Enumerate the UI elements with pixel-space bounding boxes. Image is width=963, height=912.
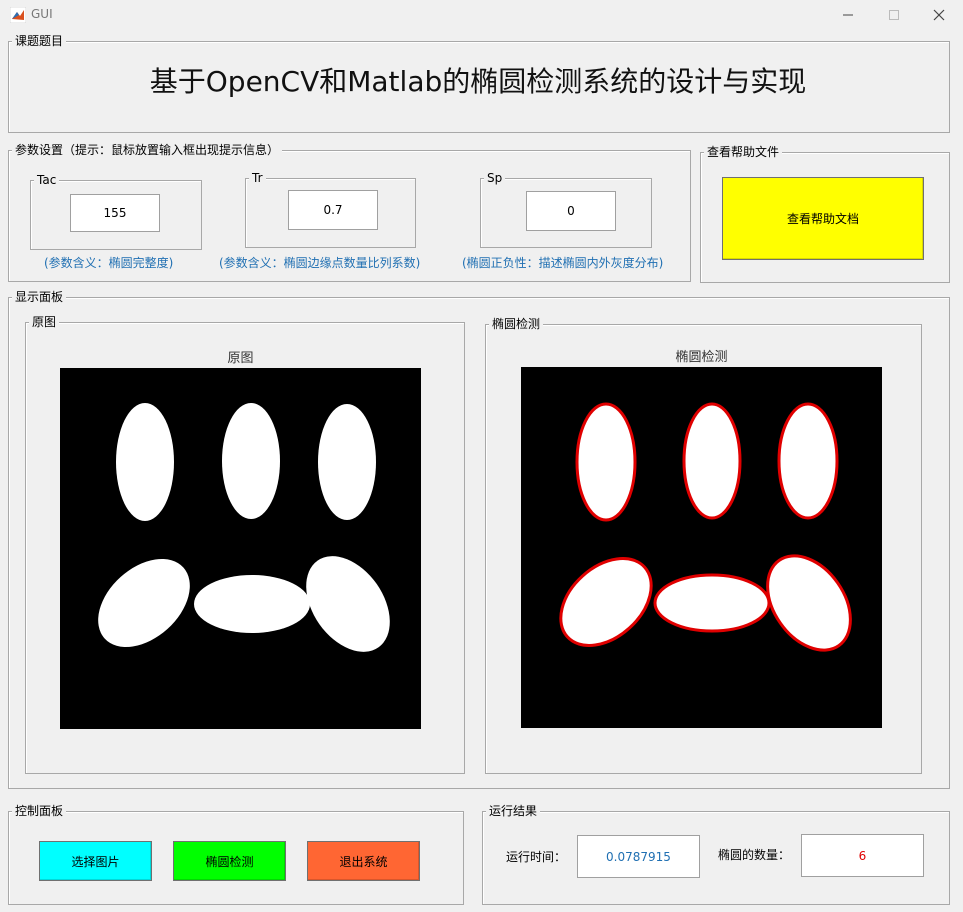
tac-hint: (参数含义：椭圆完整度) xyxy=(44,256,174,270)
sp-input[interactable]: 0 xyxy=(526,191,616,231)
params-panel-legend: 参数设置（提示：鼠标放置输入框出现提示信息） xyxy=(12,143,283,157)
control-panel-legend: 控制面板 xyxy=(12,804,67,818)
tr-input[interactable]: 0.7 xyxy=(288,190,378,230)
tac-input[interactable]: 155 xyxy=(70,194,160,232)
detected-ellipse-3 xyxy=(777,402,839,520)
view-help-button[interactable]: 查看帮助文档 xyxy=(722,177,924,260)
detected-ellipse-5 xyxy=(653,573,771,633)
select-image-button[interactable]: 选择图片 xyxy=(39,841,152,881)
tr-label: Tr xyxy=(249,171,266,185)
sp-hint: (椭圆正负性：描述椭圆内外灰度分布) xyxy=(462,256,664,270)
close-icon xyxy=(933,9,945,21)
maximize-button[interactable] xyxy=(871,0,917,30)
exit-system-button[interactable]: 退出系统 xyxy=(307,841,420,881)
ellipse-detect-button[interactable]: 椭圆检测 xyxy=(173,841,286,881)
ellipse-count-value: 6 xyxy=(801,834,924,877)
window-title: GUI xyxy=(31,7,53,21)
tr-hint: (参数含义：椭圆边缘点数量比列系数) xyxy=(219,256,421,270)
original-axes-title: 原图 xyxy=(227,351,254,366)
run-time-label: 运行时间： xyxy=(506,850,567,864)
result-panel-legend: 运行结果 xyxy=(486,804,541,818)
detection-panel-legend: 椭圆检测 xyxy=(489,317,544,331)
original-ellipse-3 xyxy=(318,404,376,520)
detection-axes-title: 椭圆检测 xyxy=(675,350,728,365)
detection-image xyxy=(521,367,882,728)
detected-ellipse-2 xyxy=(682,402,742,520)
tac-label: Tac xyxy=(34,173,60,187)
ellipse-count-label: 椭圆的数量： xyxy=(718,848,791,862)
original-ellipse-5 xyxy=(194,575,310,633)
sp-label: Sp xyxy=(484,171,506,185)
page-title: 基于OpenCV和Matlab的椭圆检测系统的设计与实现 xyxy=(149,65,807,98)
minimize-button[interactable] xyxy=(825,0,871,30)
help-panel-legend: 查看帮助文件 xyxy=(704,145,783,159)
title-bar: GUI xyxy=(0,0,963,30)
detected-ellipse-1 xyxy=(575,402,637,522)
minimize-icon xyxy=(843,14,853,16)
run-time-value: 0.0787915 xyxy=(577,835,700,878)
maximize-icon xyxy=(889,10,899,20)
topic-panel-legend: 课题题目 xyxy=(12,34,67,48)
matlab-icon xyxy=(10,7,26,23)
original-ellipse-2 xyxy=(222,403,280,519)
original-ellipse-1 xyxy=(116,403,174,521)
original-panel-legend: 原图 xyxy=(29,315,60,329)
display-panel-legend: 显示面板 xyxy=(12,290,67,304)
close-button[interactable] xyxy=(916,0,962,30)
original-image xyxy=(60,368,421,729)
